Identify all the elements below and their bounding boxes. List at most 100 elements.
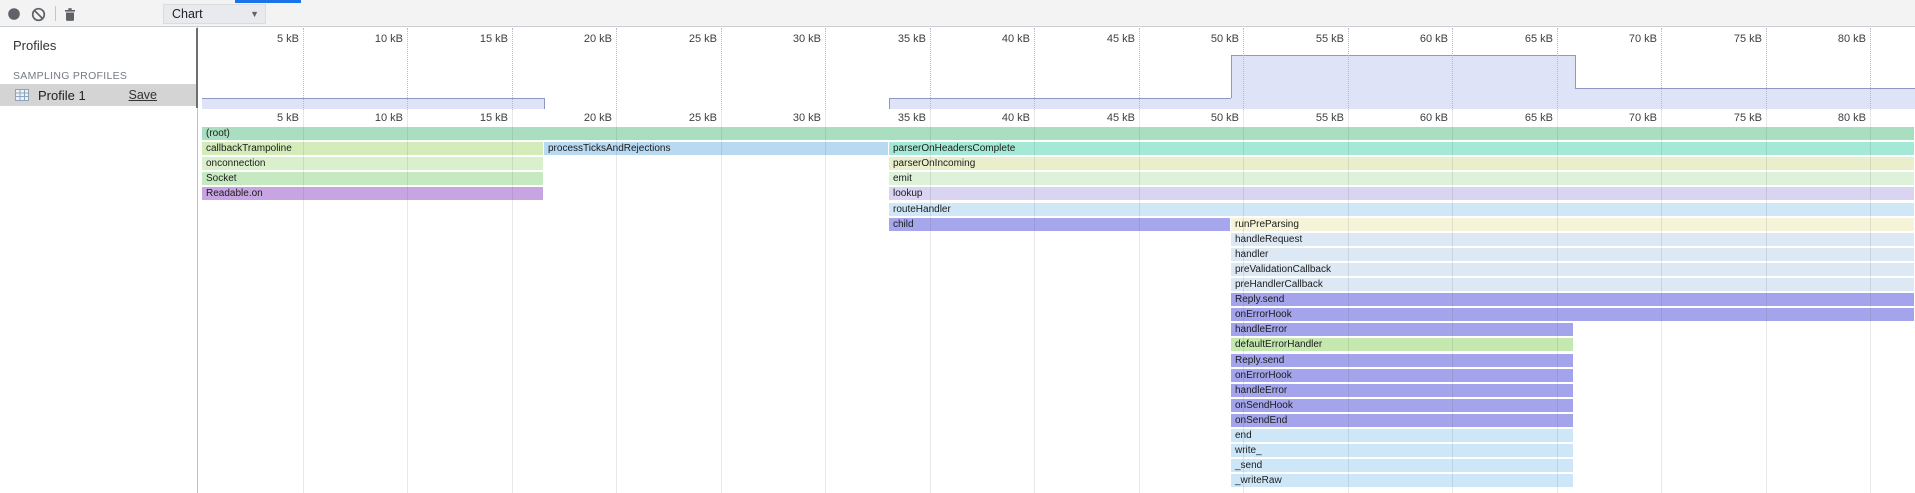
flame-frame-processticksandrejections[interactable]: processTicksAndRejections — [544, 142, 888, 155]
flame-frame-handler[interactable]: handler — [1231, 248, 1914, 261]
flame-ruler-label: 45 kB — [1071, 112, 1135, 124]
flame-gridline — [1766, 110, 1767, 493]
overview-ruler-label: 45 kB — [1071, 33, 1135, 45]
profiler-screen: Chart ▼ Profiles SAMPLING PROFILES Profi… — [0, 0, 1915, 493]
frame-label: Socket — [202, 172, 543, 185]
flame-frame-onerrorhook[interactable]: onErrorHook — [1231, 308, 1914, 321]
flame-gridline — [825, 110, 826, 493]
flame-frame-handleerror[interactable]: handleError — [1231, 384, 1573, 397]
flame-ruler-label: 40 kB — [966, 112, 1030, 124]
flame-gridline — [407, 110, 408, 493]
flame-frame-parseronheaderscomplete[interactable]: parserOnHeadersComplete — [889, 142, 1914, 155]
flame-gridline — [1348, 110, 1349, 493]
overview-gridline — [1139, 28, 1140, 110]
save-link[interactable]: Save — [129, 88, 158, 102]
flame-frame-lookup[interactable]: lookup — [889, 187, 1914, 200]
flame-ruler-label: 50 kB — [1175, 112, 1239, 124]
overview-heap-step — [1231, 55, 1575, 109]
toolbar-separator — [55, 6, 56, 21]
frame-label: emit — [889, 172, 1914, 185]
overview-scrollbar[interactable] — [196, 28, 198, 108]
frame-label: handleRequest — [1231, 233, 1914, 246]
flame-frame-readable-on[interactable]: Readable.on — [202, 187, 543, 200]
overview-gridline — [512, 28, 513, 110]
frame-label: onconnection — [202, 157, 543, 170]
overview-gridline — [930, 28, 931, 110]
flame-frame-emit[interactable]: emit — [889, 172, 1914, 185]
flame-gridline — [1243, 110, 1244, 493]
overview-ruler-label: 80 kB — [1802, 33, 1866, 45]
flame-frame-onconnection[interactable]: onconnection — [202, 157, 543, 170]
frame-label: lookup — [889, 187, 1914, 200]
flame-frame-routehandler[interactable]: routeHandler — [889, 203, 1914, 216]
frame-label: preValidationCallback — [1231, 263, 1914, 276]
frame-label: Reply.send — [1231, 293, 1914, 306]
frame-label: routeHandler — [889, 203, 1914, 216]
flame-frame-prehandlercallback[interactable]: preHandlerCallback — [1231, 278, 1914, 291]
frame-label: handleError — [1231, 323, 1573, 336]
overview-ruler-label: 60 kB — [1384, 33, 1448, 45]
sidebar: Profiles SAMPLING PROFILES Profile 1 Sav… — [0, 27, 197, 493]
flame-frame-handlerequest[interactable]: handleRequest — [1231, 233, 1914, 246]
flame-gridline — [1870, 110, 1871, 493]
clear-icon — [31, 7, 46, 22]
frame-label: runPreParsing — [1231, 218, 1914, 231]
flame-frame-callbacktrampoline[interactable]: callbackTrampoline — [202, 142, 543, 155]
flame-frame--writeraw[interactable]: _writeRaw — [1231, 474, 1573, 487]
flame-gridline — [1139, 110, 1140, 493]
overview-gridline — [1348, 28, 1349, 110]
frame-label: _send — [1231, 459, 1573, 472]
flame-frame-end[interactable]: end — [1231, 429, 1573, 442]
flame-frame-onerrorhook[interactable]: onErrorHook — [1231, 369, 1573, 382]
view-mode-label: Chart — [172, 7, 203, 21]
overview-gridline — [1766, 28, 1767, 110]
flame-gridline — [1034, 110, 1035, 493]
overview-gridline — [1661, 28, 1662, 110]
flame-ruler-label: 80 kB — [1802, 112, 1866, 124]
flame-frame-prevalidationcallback[interactable]: preValidationCallback — [1231, 263, 1914, 276]
overview-heap-step — [1575, 88, 1915, 109]
overview-gridline — [1452, 28, 1453, 110]
dropdown-arrow-icon: ▼ — [250, 9, 259, 19]
frame-label: Readable.on — [202, 187, 543, 200]
profile-grid-icon — [14, 87, 30, 103]
frame-label: _writeRaw — [1231, 474, 1573, 487]
flame-ruler-label: 60 kB — [1384, 112, 1448, 124]
overview-step-edge — [544, 98, 545, 109]
frame-label: write_ — [1231, 444, 1573, 457]
flame-frame-defaulterrorhandler[interactable]: defaultErrorHandler — [1231, 338, 1573, 351]
flame-frame-socket[interactable]: Socket — [202, 172, 543, 185]
flame-ruler-label: 70 kB — [1593, 112, 1657, 124]
overview-ruler-label: 65 kB — [1489, 33, 1553, 45]
flame-gridline — [512, 110, 513, 493]
flame-ruler-label: 20 kB — [548, 112, 612, 124]
flame-frame-runpreparsing[interactable]: runPreParsing — [1231, 218, 1914, 231]
record-button[interactable] — [6, 6, 22, 22]
flame-frame-reply-send[interactable]: Reply.send — [1231, 293, 1914, 306]
frame-label: onSendEnd — [1231, 414, 1573, 427]
frame-label: handleError — [1231, 384, 1573, 397]
flame-frame-onsendend[interactable]: onSendEnd — [1231, 414, 1573, 427]
flame-ruler-label: 10 kB — [339, 112, 403, 124]
flame-frame-reply-send[interactable]: Reply.send — [1231, 354, 1573, 367]
flame-frame-parseronincoming[interactable]: parserOnIncoming — [889, 157, 1914, 170]
delete-profile-button[interactable] — [62, 6, 78, 22]
flame-frame-handleerror[interactable]: handleError — [1231, 323, 1573, 336]
flame-frame-write-[interactable]: write_ — [1231, 444, 1573, 457]
sidebar-item-profile-1[interactable]: Profile 1 Save — [0, 84, 197, 106]
flame-frame--root-[interactable]: (root) — [202, 127, 1914, 140]
flame-frame-child[interactable]: child — [889, 218, 1230, 231]
clear-button[interactable] — [30, 6, 46, 22]
overview-step-edge — [1231, 55, 1232, 98]
flame-frame-onsendhook[interactable]: onSendHook — [1231, 399, 1573, 412]
overview-step-edge — [1575, 55, 1576, 88]
overview-ruler-label: 10 kB — [339, 33, 403, 45]
flame-gridline — [303, 110, 304, 493]
frame-label: parserOnHeadersComplete — [889, 142, 1914, 155]
overview-heap-step — [889, 98, 1231, 109]
view-mode-select[interactable]: Chart ▼ — [163, 4, 266, 24]
flame-gridline — [1661, 110, 1662, 493]
overview-ruler-label: 35 kB — [862, 33, 926, 45]
flame-frame--send[interactable]: _send — [1231, 459, 1573, 472]
overview-ruler-label: 20 kB — [548, 33, 612, 45]
